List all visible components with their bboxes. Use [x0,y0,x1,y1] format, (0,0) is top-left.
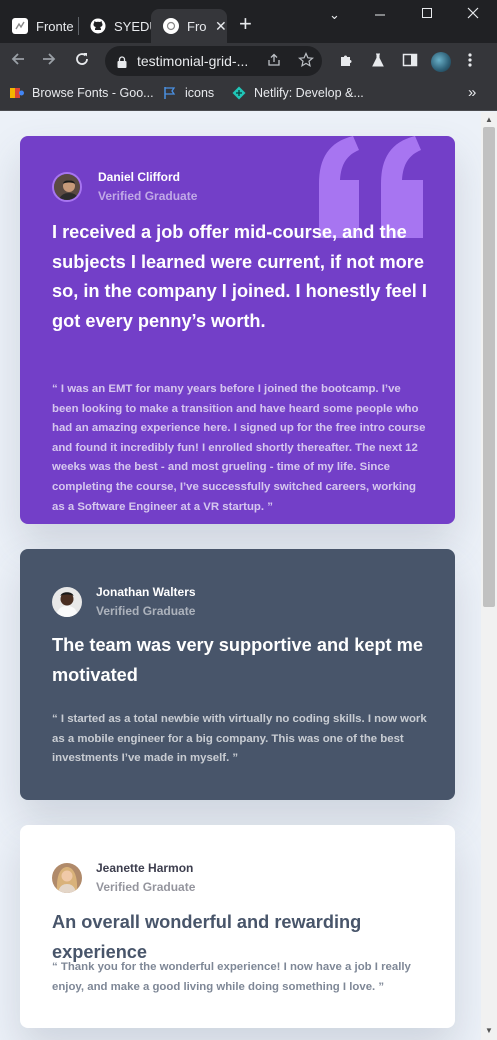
testimonial-header: Jonathan Walters Verified Graduate [52,585,196,618]
menu-kebab-icon[interactable] [468,52,472,72]
flag-icon [163,86,177,100]
bookmarks-overflow-button[interactable]: » [468,84,476,101]
testimonial-card: Jeanette Harmon Verified Graduate An ove… [20,825,455,1028]
bookmark-label: Netlify: Develop &... [254,86,364,100]
testimonial-header: Daniel Clifford Verified Graduate [52,170,197,203]
testimonial-headline: The team was very supportive and kept me… [52,635,423,685]
testimonial-body: “ Thank you for the wonderful experience… [52,961,411,993]
netlify-icon [232,86,246,100]
url-text: testimonial-grid-... [137,53,249,69]
forward-arrow-icon[interactable] [40,50,58,73]
bookmarks-bar: Browse Fonts - Goo... icons Netlify: Dev… [0,80,497,111]
maximize-icon[interactable] [421,6,433,23]
minimize-icon[interactable] [374,6,386,23]
extensions-puzzle-icon[interactable] [338,52,354,72]
browser-tab[interactable]: SYEDU [78,9,151,43]
close-window-icon[interactable] [467,6,479,23]
tab-title: Fronte [36,18,74,34]
avatar [52,862,82,893]
google-fonts-icon [10,86,24,100]
reload-icon[interactable] [73,50,91,73]
tab-title: SYEDU [114,18,151,34]
testimonial-body: “ I started as a total newbie with virtu… [52,713,427,765]
scroll-down-arrow-icon[interactable]: ▼ [485,1026,493,1035]
side-panel-icon[interactable] [402,52,418,72]
browser-tab-active[interactable]: Fro ✕ [151,9,227,43]
testimonial-headline: I received a job offer mid-course, and t… [52,222,427,331]
author-status: Verified Graduate [96,604,196,618]
testimonial-body: “ I was an EMT for many years before I j… [52,383,426,513]
back-arrow-icon[interactable] [9,50,27,73]
profile-avatar[interactable] [431,52,451,72]
author-name: Jonathan Walters [96,585,196,599]
new-tab-plus-icon[interactable]: + [239,13,252,35]
testimonial-card: Jonathan Walters Verified Graduate The t… [20,549,455,800]
tab-title: Fro [187,18,207,34]
lock-icon [117,55,127,68]
page-viewport: Daniel Clifford Verified Graduate I rece… [0,112,481,1040]
bookmark-item[interactable]: Browse Fonts - Goo... [10,86,154,100]
tab-search-chevron-icon[interactable]: ⌄ [329,7,340,23]
testimonial-header: Jeanette Harmon Verified Graduate [52,861,195,894]
testimonial-card: Daniel Clifford Verified Graduate I rece… [20,136,455,524]
author-status: Verified Graduate [96,880,196,894]
scrollbar-thumb[interactable] [483,127,495,607]
bookmark-star-icon[interactable] [298,52,314,72]
page-scrollbar[interactable]: ▲ ▼ [481,112,497,1040]
scroll-up-arrow-icon[interactable]: ▲ [485,115,493,124]
bookmark-label: Browse Fonts - Goo... [32,86,154,100]
github-icon [90,18,106,34]
browser-tab-strip: Fronte SYEDU Fro ✕ + ⌄ [0,0,497,43]
labs-flask-icon[interactable] [370,52,386,72]
address-bar[interactable]: testimonial-grid-... [105,46,322,76]
author-name: Daniel Clifford [98,170,181,184]
share-icon[interactable] [266,52,282,72]
page-favicon-icon [163,18,179,34]
page-favicon-icon [12,18,28,34]
author-name: Jeanette Harmon [96,861,194,875]
bookmark-item[interactable]: Netlify: Develop &... [232,86,364,100]
browser-toolbar: testimonial-grid-... [0,43,497,80]
avatar [52,171,82,202]
browser-tab[interactable]: Fronte [0,9,78,43]
close-tab-icon[interactable]: ✕ [215,18,227,35]
avatar [52,586,82,617]
bookmark-label: icons [185,86,215,100]
author-status: Verified Graduate [98,189,198,203]
bookmark-item[interactable]: icons [163,86,214,100]
